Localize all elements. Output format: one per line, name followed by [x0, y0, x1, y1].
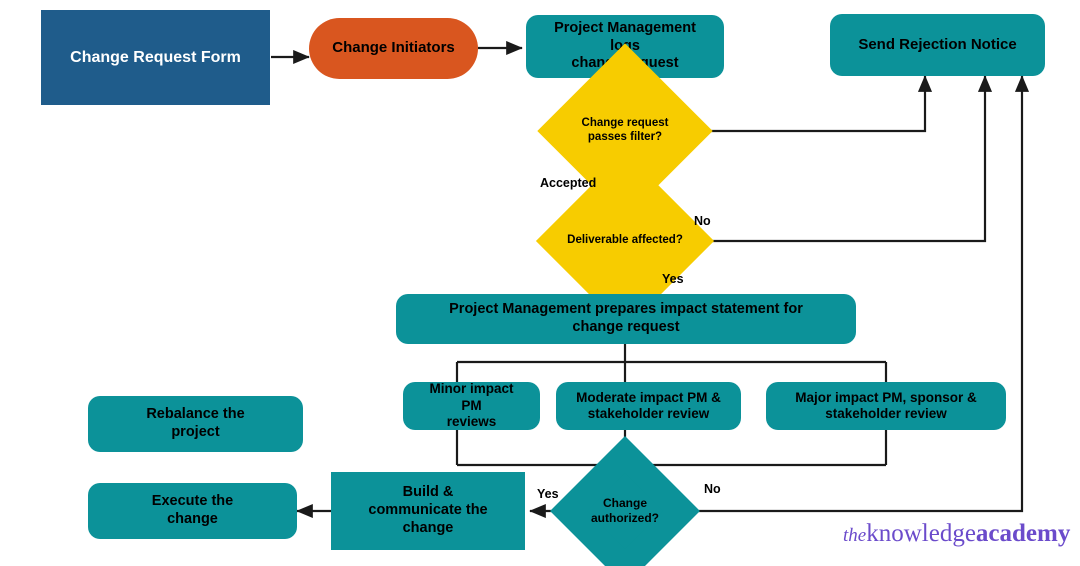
flowchart-canvas: Change Request Form Change Initiators Pr…	[0, 0, 1080, 566]
minor-impact-line-1: Minor impact PM	[429, 381, 514, 413]
build-line-3: change	[402, 519, 454, 536]
major-impact-line-2: stakeholder review	[825, 406, 947, 421]
logo-academy: academy	[975, 520, 1071, 547]
edge-label-deliverable-no: No	[694, 214, 711, 228]
filter-line-2: request	[626, 117, 669, 130]
edge-label-accepted: Accepted	[540, 176, 597, 190]
rebalance-line-1: Rebalance the	[146, 406, 245, 423]
edge-deliverable-no-to-rejection	[684, 75, 993, 243]
logo-the: the	[843, 525, 867, 546]
execute-line-1: Execute the	[151, 493, 234, 510]
deliverable-line-1: Deliverable	[567, 234, 629, 247]
node-change-initiators[interactable]: Change Initiators	[309, 18, 478, 79]
node-authorized-decision-label: Change authorized?	[572, 458, 678, 564]
node-moderate-impact[interactable]: Moderate impact PM & stakeholder review	[556, 382, 741, 430]
deliverable-line-2: affected?	[631, 234, 683, 247]
major-impact-line-1: Major impact PM, sponsor &	[795, 389, 977, 405]
node-send-rejection-notice[interactable]: Send Rejection Notice	[830, 14, 1045, 76]
node-impact-statement[interactable]: Project Management prepares impact state…	[396, 294, 856, 344]
node-major-impact[interactable]: Major impact PM, sponsor & stakeholder r…	[766, 382, 1006, 430]
filter-line-4: filter?	[630, 131, 663, 143]
node-execute-change[interactable]: Execute the change	[88, 483, 297, 539]
node-minor-impact[interactable]: Minor impact PM reviews	[403, 381, 540, 430]
impact-statement-line-2: change request	[572, 319, 680, 335]
the-knowledge-academy-logo: theknowledgeacademy	[843, 520, 1070, 548]
edge-label-deliverable-yes: Yes	[662, 272, 684, 286]
edge-label-authorized-yes: Yes	[537, 487, 559, 501]
build-line-2: communicate the	[368, 502, 488, 519]
build-line-1: Build &	[402, 484, 454, 501]
moderate-impact-line-2: stakeholder review	[587, 406, 710, 421]
node-change-request-form[interactable]: Change Request Form	[41, 10, 270, 105]
rebalance-line-2: project	[171, 424, 220, 440]
minor-impact-line-2: reviews	[446, 414, 497, 430]
execute-line-2: change	[167, 511, 218, 527]
logo-knowledge: knowledge	[866, 520, 976, 547]
node-build-communicate-change[interactable]: Build & communicate the change	[331, 472, 525, 550]
edge-filter-to-rejection	[683, 75, 933, 133]
filter-line-3: passes	[587, 131, 627, 143]
moderate-impact-line-1: Moderate impact PM &	[576, 389, 721, 405]
impact-statement-line-1: Project Management prepares impact state…	[449, 301, 803, 318]
edge-label-authorized-no: No	[704, 482, 721, 496]
authorized-line-2: authorized?	[591, 511, 659, 525]
authorized-line-1: Change	[602, 496, 647, 511]
filter-line-1: Change	[581, 117, 624, 130]
node-rebalance-project[interactable]: Rebalance the project	[88, 396, 303, 452]
